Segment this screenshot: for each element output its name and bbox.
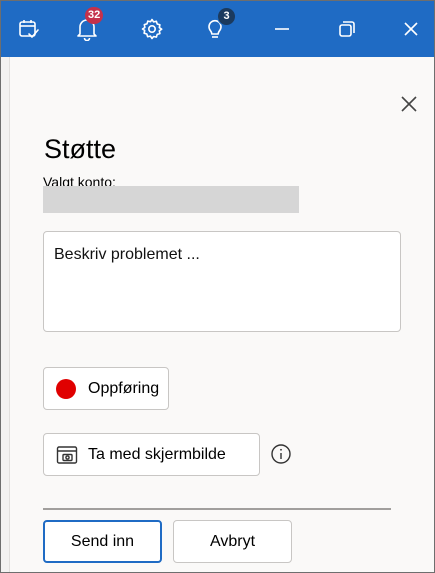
- account-selector[interactable]: [43, 186, 299, 213]
- cancel-button[interactable]: Avbryt: [173, 520, 292, 563]
- close-icon: [404, 22, 418, 36]
- divider: [43, 508, 391, 510]
- app-window: 32 3 Støtte Valgt konto: Beskriv problem…: [0, 0, 435, 573]
- notifications-count-badge: 32: [85, 7, 104, 24]
- info-icon[interactable]: [270, 443, 292, 465]
- record-button-label: Oppføring: [88, 379, 160, 397]
- send-button[interactable]: Send inn: [43, 520, 162, 563]
- page-title: Støtte: [44, 134, 117, 164]
- screenshot-icon: [56, 445, 78, 464]
- panel-close-button[interactable]: [398, 93, 420, 115]
- tips-count-badge: 3: [217, 7, 236, 26]
- window-close-button[interactable]: [383, 1, 434, 57]
- include-screenshot-label: Ta med skjermbilde: [88, 445, 226, 463]
- support-panel: Støtte Valgt konto: Oppføring Ta med skj…: [10, 57, 434, 572]
- record-button[interactable]: Oppføring: [43, 367, 169, 410]
- task-check-icon: [19, 20, 39, 38]
- left-pane-edge: [1, 57, 10, 572]
- include-screenshot-button[interactable]: Ta med skjermbilde: [43, 433, 260, 476]
- title-bar: 32 3: [1, 1, 434, 57]
- close-icon: [401, 96, 417, 112]
- tasks-button[interactable]: [1, 1, 57, 57]
- record-dot-icon: [56, 378, 76, 399]
- problem-description-input[interactable]: [43, 231, 401, 332]
- minimize-icon: [275, 28, 289, 30]
- restore-icon: [339, 21, 355, 37]
- tips-button[interactable]: [187, 1, 243, 57]
- gear-icon: [141, 18, 163, 40]
- restore-button[interactable]: [319, 1, 375, 57]
- settings-button[interactable]: [124, 1, 180, 57]
- minimize-button[interactable]: [254, 1, 310, 57]
